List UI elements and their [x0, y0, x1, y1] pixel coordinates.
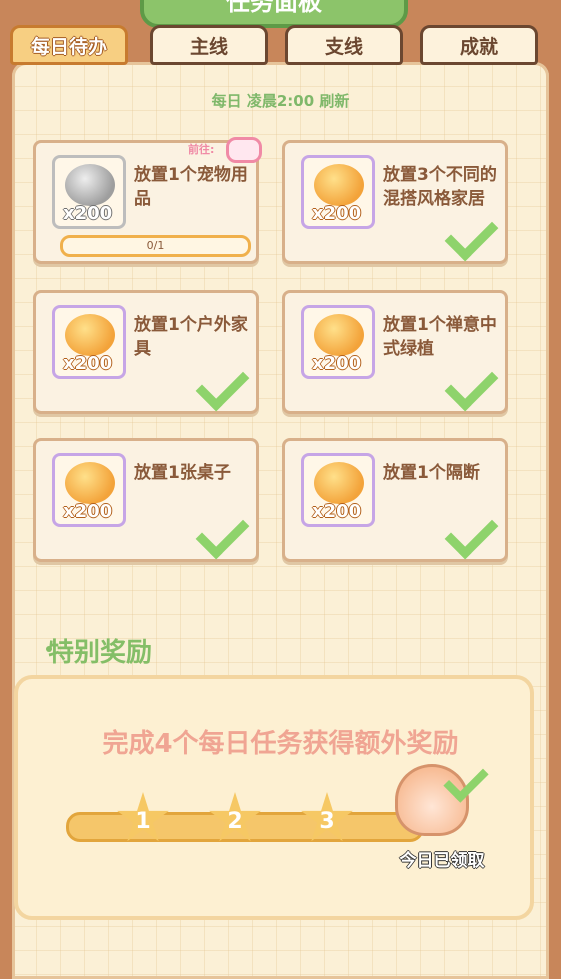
reward-quantity: x200 — [63, 501, 113, 522]
tab-achievement[interactable]: 成就 — [420, 25, 538, 65]
reward-quantity: x200 — [63, 203, 113, 224]
coin-icon — [65, 314, 115, 356]
special-reward-description: 完成4个每日任务获得额外奖励 — [102, 729, 459, 759]
task-progress: 0/1 — [60, 235, 251, 257]
coin-icon — [65, 164, 115, 206]
reward-icon: x200 — [301, 305, 375, 379]
task-title: 放置1个户外家具 — [134, 315, 248, 359]
reward-quantity: x200 — [312, 353, 362, 374]
reward-icon: x200 — [301, 453, 375, 527]
tab-side[interactable]: 支线 — [285, 25, 403, 65]
reward-icon: x200 — [52, 453, 126, 527]
check-icon — [444, 505, 499, 560]
reward-icon: x200 — [52, 305, 126, 379]
task-title: 放置1个宠物用品 — [134, 165, 248, 209]
panel-title: 任务面板 — [140, 0, 408, 28]
reward-quantity: x200 — [312, 203, 362, 224]
goto-label[interactable]: 前往: — [188, 141, 214, 157]
reward-icon: x200 — [52, 155, 126, 229]
coin-icon — [314, 314, 364, 356]
coin-icon — [65, 462, 115, 504]
coin-icon — [314, 164, 364, 206]
check-icon — [195, 505, 250, 560]
task-card[interactable]: x200 放置1张桌子 — [33, 438, 259, 562]
check-icon — [195, 357, 250, 412]
task-card[interactable]: 前往: x200 放置1个宠物用品 0/1 — [33, 137, 262, 264]
task-title: 放置1个禅意中式绿植 — [383, 315, 497, 359]
claimed-label: 今日已领取 — [399, 851, 485, 871]
tab-daily[interactable]: 每日待办 — [10, 25, 128, 65]
tab-main[interactable]: 主线 — [150, 25, 268, 65]
refresh-text: 每日 凌晨2:00 刷新 — [211, 92, 350, 110]
check-icon — [444, 207, 499, 262]
task-card[interactable]: x200 放置3个不同的混搭风格家居 — [282, 140, 508, 264]
task-card[interactable]: x200 放置1个禅意中式绿植 — [282, 290, 508, 414]
coin-icon — [314, 462, 364, 504]
task-title: 放置1个隔断 — [383, 463, 480, 483]
reward-quantity: x200 — [63, 353, 113, 374]
task-title: 放置3个不同的混搭风格家居 — [383, 165, 497, 209]
goto-arrow-icon[interactable] — [226, 137, 262, 163]
task-title: 放置1张桌子 — [134, 463, 231, 483]
check-icon — [444, 357, 499, 412]
special-reward-heading: 特别奖励 — [48, 638, 153, 668]
task-card[interactable]: x200 放置1个隔断 — [282, 438, 508, 562]
task-card[interactable]: x200 放置1个户外家具 — [33, 290, 259, 414]
reward-icon: x200 — [301, 155, 375, 229]
tab-bar: 每日待办 主线 支线 成就 — [10, 25, 550, 67]
reward-quantity: x200 — [312, 501, 362, 522]
